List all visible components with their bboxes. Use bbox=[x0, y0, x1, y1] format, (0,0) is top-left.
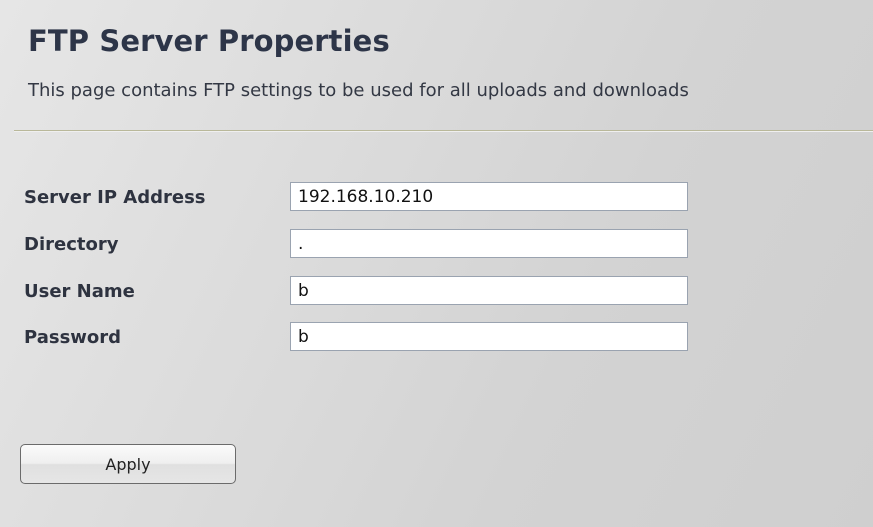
server-ip-row: Server IP Address bbox=[24, 182, 724, 212]
header-divider bbox=[14, 130, 873, 132]
server-ip-input[interactable] bbox=[290, 182, 688, 211]
password-input[interactable] bbox=[290, 322, 688, 351]
password-label: Password bbox=[24, 327, 122, 348]
page-description: This page contains FTP settings to be us… bbox=[28, 80, 689, 101]
user-name-label: User Name bbox=[24, 281, 135, 302]
directory-label: Directory bbox=[24, 234, 119, 255]
page-title: FTP Server Properties bbox=[28, 24, 390, 58]
user-name-input[interactable] bbox=[290, 276, 688, 305]
directory-row: Directory bbox=[24, 229, 724, 259]
ftp-server-properties-page: FTP Server Properties This page contains… bbox=[0, 0, 873, 527]
server-ip-label: Server IP Address bbox=[24, 187, 206, 208]
apply-button[interactable]: Apply bbox=[20, 444, 236, 484]
password-row: Password bbox=[24, 322, 724, 352]
user-name-row: User Name bbox=[24, 276, 724, 306]
directory-input[interactable] bbox=[290, 229, 688, 258]
